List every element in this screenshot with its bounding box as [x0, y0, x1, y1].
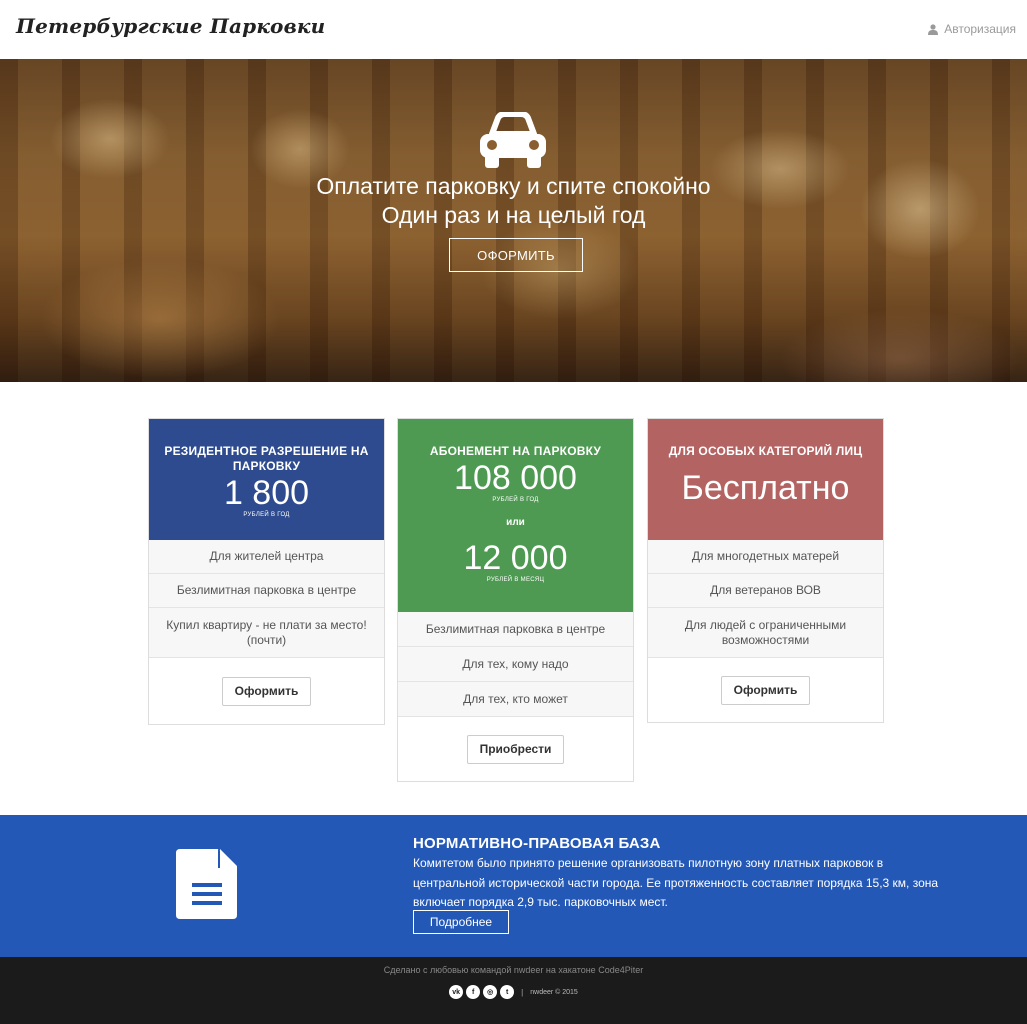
card-title: АБОНЕМЕНТ НА ПАРКОВКУ: [429, 444, 602, 458]
login-label: Авторизация: [944, 22, 1016, 36]
footer-separator: |: [521, 987, 524, 997]
card-price-unit: РУБЛЕЙ В ГОД: [492, 497, 539, 503]
pricing-card-subscription: АБОНЕМЕНТ НА ПАРКОВКУ 108 000 РУБЛЕЙ В Г…: [397, 418, 634, 782]
document-icon: [176, 849, 237, 919]
apply-button[interactable]: Оформить: [221, 676, 312, 706]
feature-item: Для ветеранов ВОВ: [648, 574, 883, 608]
feature-list: Для жителей центра Безлимитная парковка …: [149, 540, 384, 658]
card-price-yearly: 108 000: [454, 459, 577, 497]
instagram-icon[interactable]: ◎: [483, 985, 498, 999]
card-header: АБОНЕМЕНТ НА ПАРКОВКУ 108 000 РУБЛЕЙ В Г…: [398, 419, 633, 612]
card-footer: Оформить: [648, 658, 883, 722]
hero-headline: Оплатите парковку и спите спокойно: [316, 173, 711, 199]
feature-item: Для людей с ограниченными возможностями: [648, 608, 883, 658]
footer-copyright: nwdeer © 2015: [530, 988, 578, 996]
feature-item: Безлимитная парковка в центре: [398, 612, 633, 647]
vk-icon[interactable]: vk: [449, 985, 464, 999]
feature-item: Купил квартиру - не плати за место! (поч…: [149, 608, 384, 658]
apply-button[interactable]: Оформить: [720, 675, 811, 705]
card-price: Бесплатно: [681, 469, 850, 507]
brand-logo[interactable]: Петербургские Парковки: [16, 14, 325, 38]
card-header: РЕЗИДЕНТНОЕ РАЗРЕШЕНИЕ НА ПАРКОВКУ 1 800…: [149, 419, 384, 540]
card-price: 1 800: [223, 474, 310, 512]
card-footer: Оформить: [149, 658, 384, 724]
legal-title: НОРМАТИВНО-ПРАВОВАЯ БАЗА: [413, 835, 661, 852]
feature-list: Для многодетных матерей Для ветеранов ВО…: [648, 540, 883, 658]
site-footer: Сделано с любовью командой nwdeer на хак…: [0, 957, 1027, 1024]
login-link[interactable]: Авторизация: [928, 22, 1016, 36]
user-icon: [928, 23, 939, 35]
feature-list: Безлимитная парковка в центре Для тех, к…: [398, 612, 633, 717]
hero-apply-button[interactable]: ОФОРМИТЬ: [449, 238, 583, 272]
feature-item: Для жителей центра: [149, 540, 384, 574]
buy-button[interactable]: Приобрести: [466, 734, 565, 764]
feature-item: Безлимитная парковка в центре: [149, 574, 384, 608]
pricing-card-resident: РЕЗИДЕНТНОЕ РАЗРЕШЕНИЕ НА ПАРКОВКУ 1 800…: [148, 418, 385, 725]
twitter-icon[interactable]: t: [500, 985, 515, 999]
legal-section: НОРМАТИВНО-ПРАВОВАЯ БАЗА Комитетом было …: [0, 815, 1027, 957]
facebook-icon[interactable]: f: [466, 985, 481, 999]
card-header: ДЛЯ ОСОБЫХ КАТЕГОРИЙ ЛИЦ Бесплатно: [648, 419, 883, 540]
card-price-unit: РУБЛЕЙ В МЕСЯЦ: [486, 577, 545, 583]
legal-description: Комитетом было принято решение организов…: [413, 856, 939, 909]
pricing-card-special: ДЛЯ ОСОБЫХ КАТЕГОРИЙ ЛИЦ Бесплатно Для м…: [647, 418, 884, 723]
card-price-monthly: 12 000: [463, 539, 568, 577]
hero-banner: Оплатите парковку и спите спокойно Один …: [0, 59, 1027, 382]
hero-subheadline: Один раз и на целый год: [381, 202, 646, 228]
feature-item: Для тех, кто может: [398, 682, 633, 717]
more-button[interactable]: Подробнее: [413, 910, 509, 934]
footer-social-row: vk f ◎ t | nwdeer © 2015: [0, 985, 1027, 999]
footer-credits: Сделано с любовью командой nwdeer на хак…: [383, 965, 644, 975]
card-title: ДЛЯ ОСОБЫХ КАТЕГОРИЙ ЛИЦ: [668, 444, 863, 458]
card-footer: Приобрести: [398, 717, 633, 781]
feature-item: Для многодетных матерей: [648, 540, 883, 574]
feature-item: Для тех, кому надо: [398, 647, 633, 682]
card-title: РЕЗИДЕНТНОЕ РАЗРЕШЕНИЕ НА ПАРКОВКУ: [164, 444, 369, 473]
car-icon: [480, 112, 546, 168]
card-or-label: или: [506, 517, 525, 528]
card-price-unit: РУБЛЕЙ В ГОД: [243, 512, 290, 518]
site-header: Петербургские Парковки Авторизация: [0, 0, 1027, 59]
